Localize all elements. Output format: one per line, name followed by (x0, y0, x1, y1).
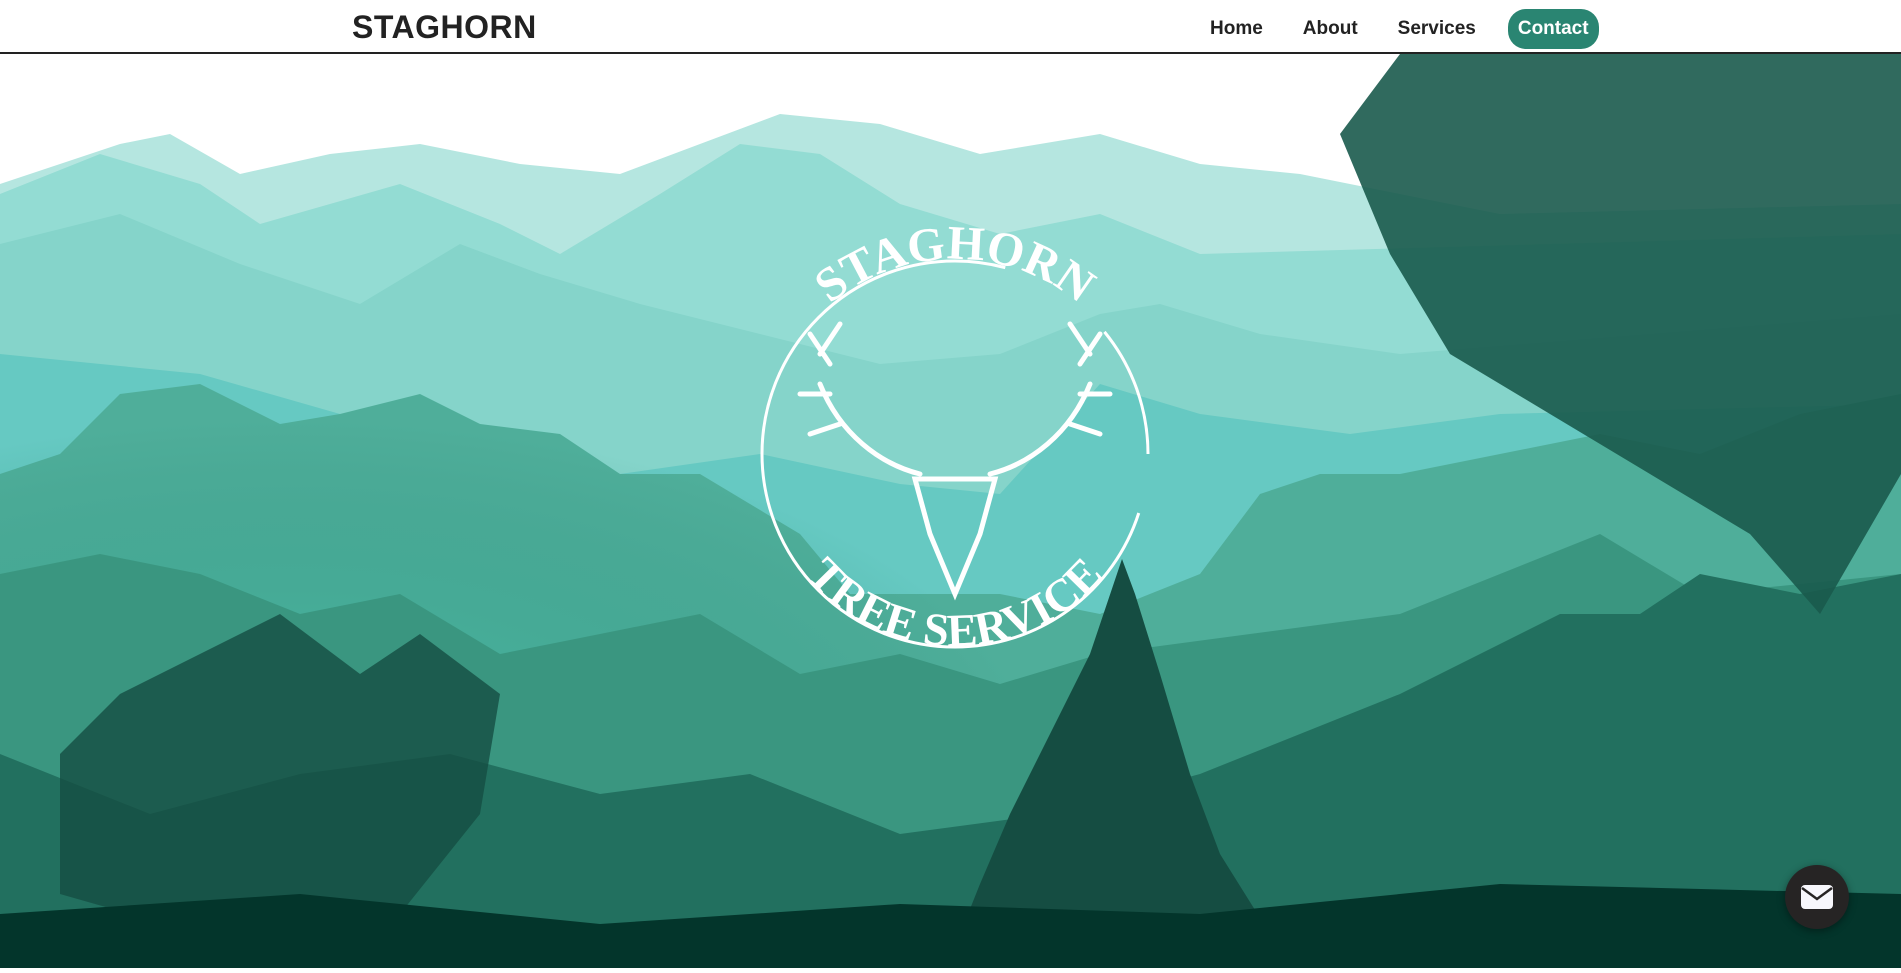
nav-about[interactable]: About (1283, 10, 1378, 48)
site-header: STAGHORN Home About Services Contact (0, 0, 1901, 54)
nav-services[interactable]: Services (1378, 10, 1496, 48)
contact-mail-button[interactable] (1785, 865, 1849, 929)
nav-contact-button[interactable]: Contact (1507, 9, 1599, 49)
nav-home[interactable]: Home (1190, 10, 1283, 48)
forest-landscape: STAGHORN TREE SERVICE (0, 54, 1901, 968)
main-nav: Home About Services Contact (1190, 9, 1599, 49)
brand-logo[interactable]: STAGHORN (352, 9, 537, 46)
hero-illustration: STAGHORN TREE SERVICE (0, 54, 1901, 968)
envelope-icon (1801, 885, 1833, 909)
